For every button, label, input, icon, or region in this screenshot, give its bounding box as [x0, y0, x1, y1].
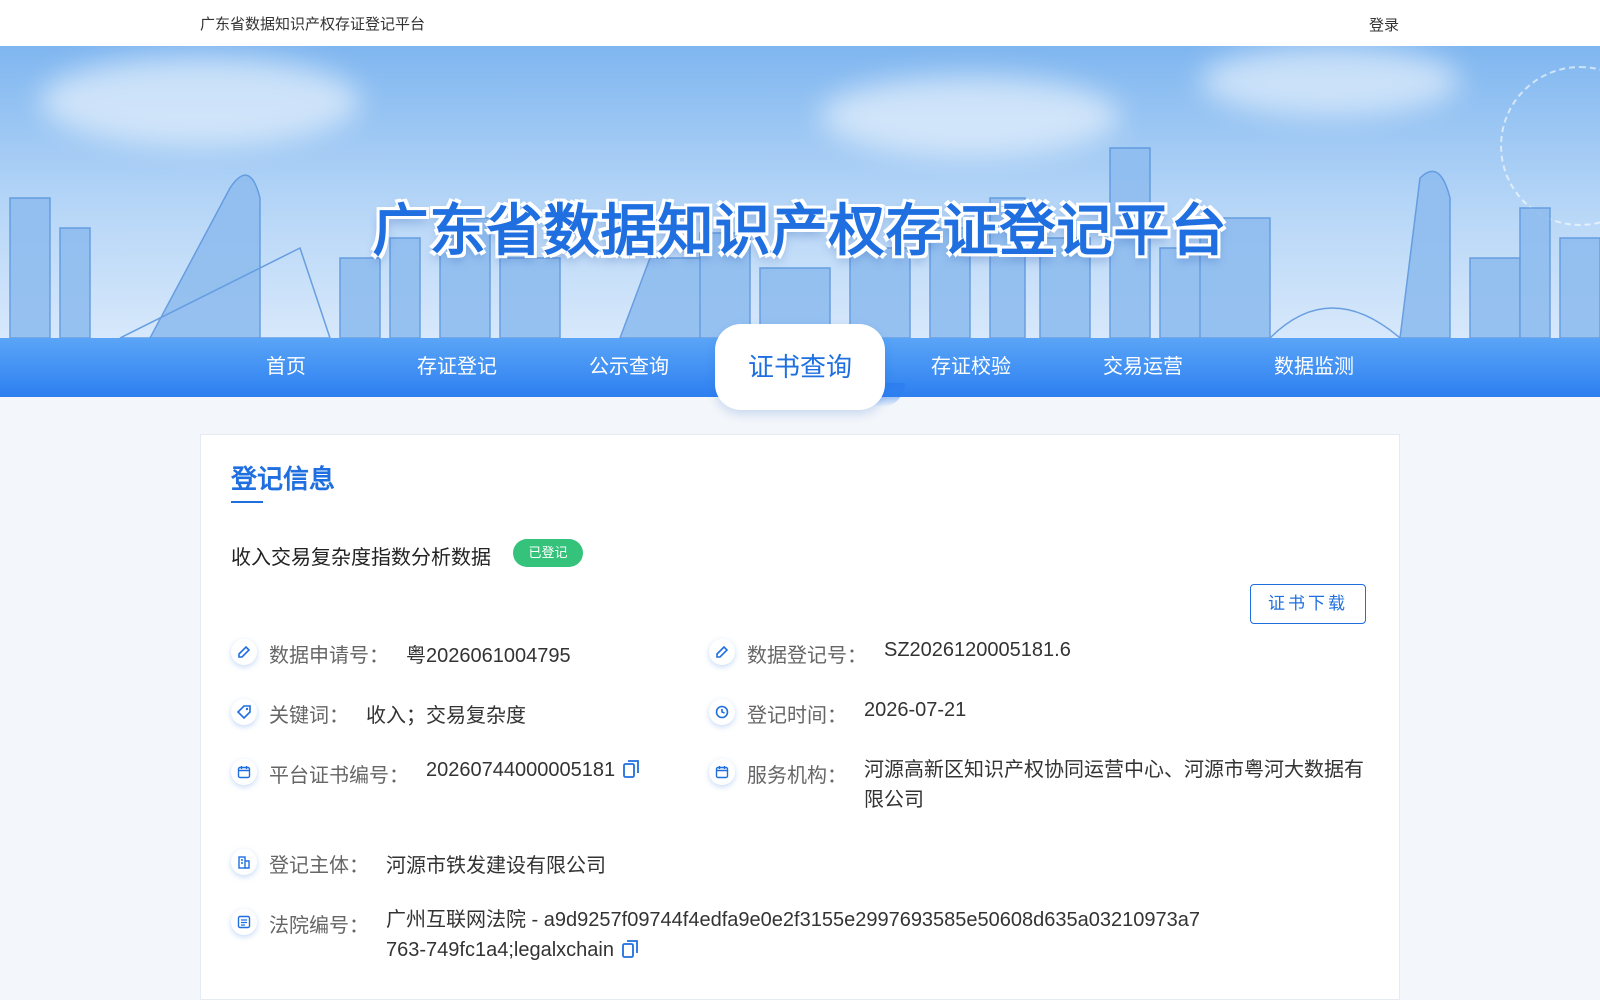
- field-value: 2026-07-21: [864, 699, 967, 721]
- login-link[interactable]: 登录: [1369, 14, 1399, 35]
- copy-icon[interactable]: [623, 760, 639, 778]
- data-title: 收入交易复杂度指数分析数据: [231, 547, 491, 569]
- field-value-wrapper: 20260744000005181: [426, 759, 639, 782]
- building-icon: [231, 849, 257, 875]
- field-label: 法院编号：: [269, 915, 369, 937]
- field-registration-no: 数据登记号： SZ2026120005181.6: [709, 639, 1369, 669]
- edit-icon: [231, 639, 257, 665]
- nav-certificate-query[interactable]: 证书查询: [715, 324, 885, 410]
- banner-title: 广东省数据知识产权存证登记平台: [372, 199, 1228, 264]
- main-nav: 首页 存证登记 公示查询 证书查询 存证校验 交易运营 数据监测: [0, 324, 1600, 410]
- court-no-value: 广州互联网法院 - a9d9257f09744f4edfa9e0e2f3155e…: [386, 909, 1201, 961]
- field-value: 河源高新区知识产权协同运营中心、河源市粤河大数据有限公司: [864, 759, 1364, 811]
- field-label: 数据登记号：: [747, 645, 867, 667]
- section-title-underline: [231, 501, 263, 503]
- nav-data-monitoring[interactable]: 数据监测: [1229, 338, 1399, 397]
- registration-info-card: 登记信息 收入交易复杂度指数分析数据 已登记 证书下载 数据申请号： 粤2026…: [200, 434, 1400, 1000]
- field-keywords: 关键词： 收入；交易复杂度: [231, 699, 671, 729]
- copy-icon[interactable]: [622, 940, 638, 958]
- field-label: 平台证书编号：: [269, 765, 409, 787]
- field-subject: 登记主体： 河源市铁发建设有限公司: [231, 849, 1031, 879]
- tag-icon: [231, 699, 257, 725]
- field-value: 粤2026061004795: [406, 645, 571, 667]
- field-application-no: 数据申请号： 粤2026061004795: [231, 639, 671, 669]
- site-name: 广东省数据知识产权存证登记平台: [200, 16, 426, 33]
- field-registration-time: 登记时间： 2026-07-21: [709, 699, 1369, 729]
- nav-home[interactable]: 首页: [201, 338, 371, 397]
- field-value: 河源市铁发建设有限公司: [386, 855, 606, 877]
- field-value: SZ2026120005181.6: [884, 639, 1071, 661]
- banner: 广东省数据知识产权存证登记平台: [0, 46, 1600, 338]
- cloud-decoration: [40, 56, 360, 146]
- field-service-org: 服务机构： 河源高新区知识产权协同运营中心、河源市粤河大数据有限公司: [709, 759, 1369, 819]
- field-label: 关键词：: [269, 705, 349, 727]
- section-title: 登记信息: [231, 464, 336, 494]
- top-bar: 广东省数据知识产权存证登记平台 登录: [0, 0, 1600, 46]
- field-court-no: 法院编号： 广州互联网法院 - a9d9257f09744f4edfa9e0e2…: [231, 909, 1361, 971]
- certificate-no-value: 20260744000005181: [426, 759, 616, 781]
- calendar-icon: [709, 759, 735, 785]
- field-label: 服务机构：: [747, 765, 847, 787]
- field-label: 登记主体：: [269, 855, 369, 877]
- certificate-download-button[interactable]: 证书下载: [1250, 584, 1366, 624]
- field-value: 收入；交易复杂度: [366, 705, 526, 727]
- edit-icon: [709, 639, 735, 665]
- cloud-decoration: [1200, 46, 1460, 116]
- nav-evidence-verification[interactable]: 存证校验: [886, 338, 1056, 397]
- nav-public-query[interactable]: 公示查询: [544, 338, 714, 397]
- document-list-icon: [231, 909, 257, 935]
- status-badge: 已登记: [513, 539, 583, 567]
- field-label: 登记时间：: [747, 705, 847, 727]
- field-certificate-no: 平台证书编号： 20260744000005181: [231, 759, 671, 789]
- field-label: 数据申请号：: [269, 645, 389, 667]
- clock-icon: [709, 699, 735, 725]
- nav-evidence-registration[interactable]: 存证登记: [372, 338, 542, 397]
- calendar-icon: [231, 759, 257, 785]
- nav-trade-operation[interactable]: 交易运营: [1058, 338, 1228, 397]
- field-value-wrapper: 广州互联网法院 - a9d9257f09744f4edfa9e0e2f3155e…: [386, 905, 1206, 965]
